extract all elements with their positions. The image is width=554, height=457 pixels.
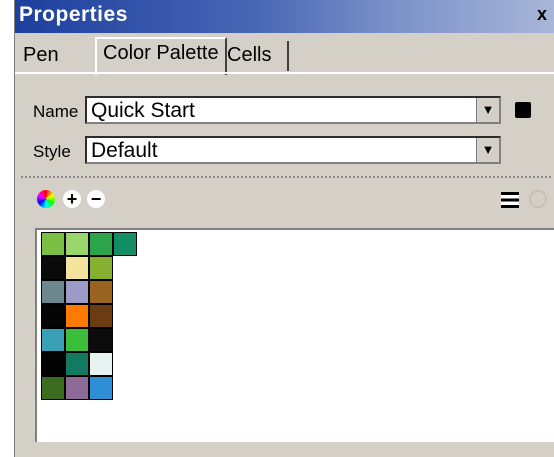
swatch-1[interactable] [41,232,65,256]
name-label: Name [33,102,79,121]
tab-pen-label: Pen [23,44,59,66]
tab-strip: Pen Color Palette Cells [15,33,554,75]
style-value: Default [91,139,158,162]
swatch-8[interactable] [41,280,65,304]
swatch-22[interactable] [89,376,113,400]
title-bar[interactable]: Properties x [15,0,554,33]
window-title: Properties [19,3,128,26]
swatch-4[interactable] [113,232,137,256]
tab-divider [15,72,554,74]
save-icon[interactable] [515,102,531,118]
swatch-3[interactable] [89,232,113,256]
swatch-9[interactable] [65,280,89,304]
style-combobox[interactable]: Default ▼ [85,136,501,164]
chevron-down-icon[interactable]: ▼ [476,98,499,122]
name-combobox[interactable]: Quick Start ▼ [85,96,501,124]
properties-panel: Properties x Pen Color Palette Cells Nam… [14,0,554,457]
tab-color-palette-label: Color Palette [103,42,219,64]
swatch-20[interactable] [41,376,65,400]
separator [21,176,551,178]
tab-color-palette[interactable]: Color Palette [95,37,227,75]
swatch-17[interactable] [41,352,65,376]
swatch-14[interactable] [41,328,65,352]
tab-cells-label: Cells [227,44,272,66]
add-icon[interactable]: + [63,190,81,208]
swatch-15[interactable] [65,328,89,352]
disabled-option-icon [529,190,547,208]
swatch-19[interactable] [89,352,113,376]
name-value: Quick Start [91,99,195,122]
swatch-16[interactable] [89,328,113,352]
swatch-11[interactable] [41,304,65,328]
swatch-grid [35,228,554,442]
swatch-21[interactable] [65,376,89,400]
swatch-12[interactable] [65,304,89,328]
tab-cells[interactable]: Cells [223,41,289,71]
chevron-down-icon[interactable]: ▼ [476,138,499,162]
remove-icon[interactable]: − [87,190,105,208]
swatch-6[interactable] [65,256,89,280]
color-wheel-icon[interactable] [37,190,55,208]
swatch-13[interactable] [89,304,113,328]
list-view-icon[interactable] [501,192,519,208]
style-label: Style [33,142,71,161]
swatch-18[interactable] [65,352,89,376]
close-icon[interactable]: x [533,5,551,23]
swatch-7[interactable] [89,256,113,280]
swatch-10[interactable] [89,280,113,304]
swatch-5[interactable] [41,256,65,280]
swatch-2[interactable] [65,232,89,256]
tab-pen[interactable]: Pen [23,41,83,71]
